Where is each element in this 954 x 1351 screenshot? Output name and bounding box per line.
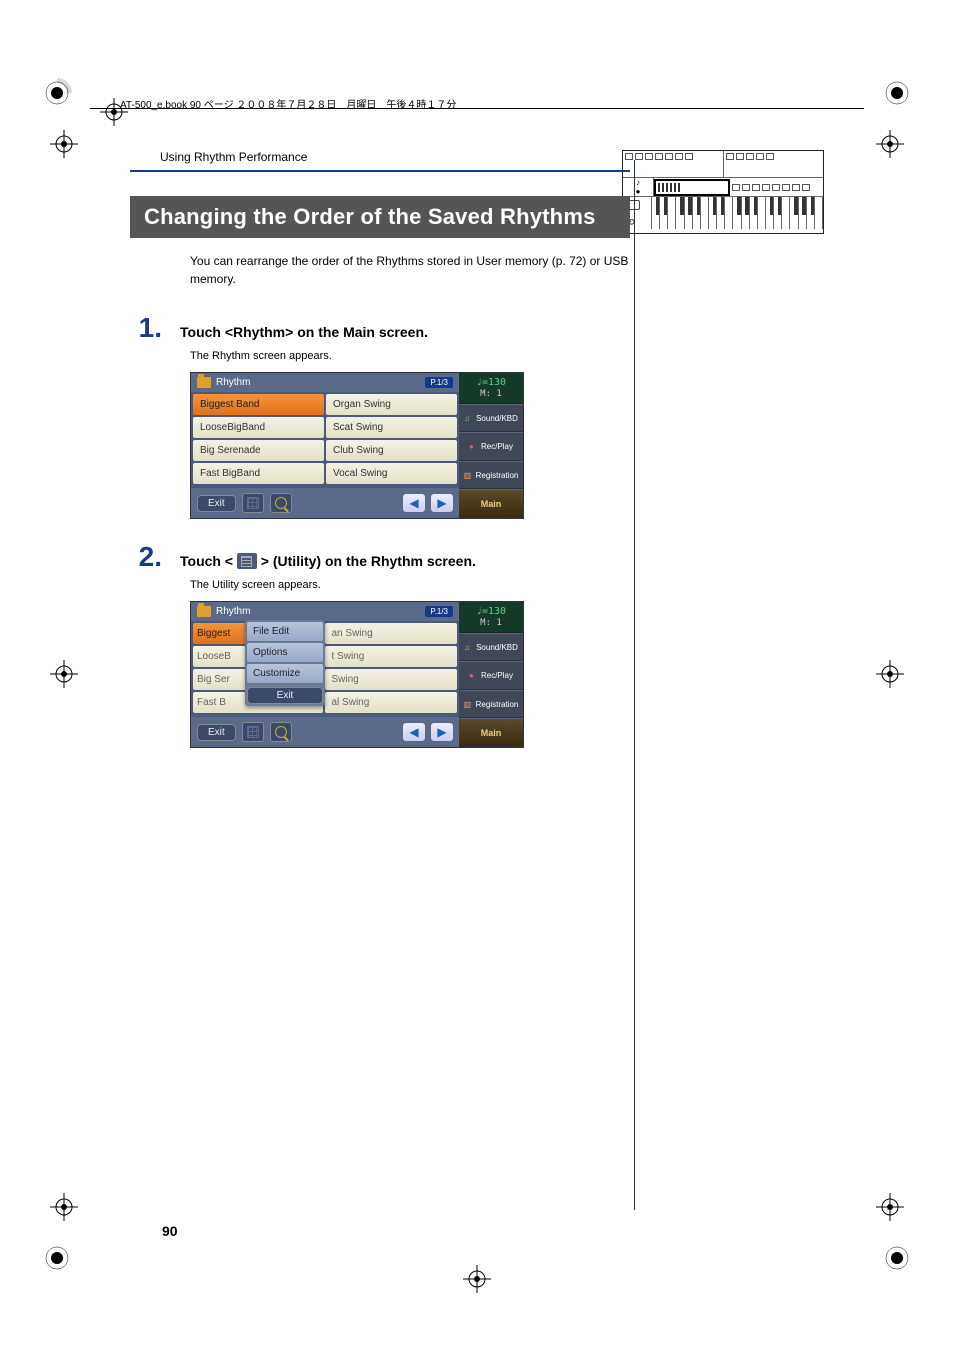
utility-icon [237,553,257,569]
side-sound-kbd[interactable]: ♫Sound/KBD [459,404,523,433]
intro-text: You can rearrange the order of the Rhyth… [190,252,630,288]
registration-mark [50,130,78,158]
crop-mark-tl [42,78,72,108]
screen-title: Rhythm [216,606,250,617]
rhythm-item[interactable]: Fast BigBand [193,463,324,484]
rhythm-item-selected[interactable]: Biggest Band [193,394,324,415]
section-rule [130,170,630,172]
rec-icon: ● [469,671,478,680]
rhythm-item[interactable]: Vocal Swing [326,463,457,484]
tempo-display: ♩=130 M: 1 [459,602,523,633]
folder-icon [197,606,211,617]
folder-icon [197,377,211,388]
rhythm-item[interactable]: t Swing [325,646,458,667]
crop-mark-tr [882,78,912,108]
rhythm-screen-screenshot: Rhythm P.1/3 Biggest Band Organ Swing Lo… [190,372,524,519]
registration-icon: ▥ [464,471,473,480]
utility-icon [247,497,259,509]
utility-icon [247,726,259,738]
page-title: Changing the Order of the Saved Rhythms [130,196,630,238]
note-icon: ♫ [464,414,473,423]
side-main[interactable]: Main [459,489,523,518]
side-rec-play[interactable]: ●Rec/Play [459,661,523,690]
side-sound-kbd[interactable]: ♫Sound/KBD [459,633,523,662]
magnifier-icon [275,497,287,509]
page-prev-button[interactable]: ◀ [403,723,425,741]
magnifier-icon [275,726,287,738]
step-number: 2. [130,541,162,573]
page-prev-button[interactable]: ◀ [403,494,425,512]
rhythm-item[interactable]: Big Serenade [193,440,324,461]
registration-mark [463,1265,491,1293]
crop-mark-br [882,1243,912,1273]
page-indicator: P.1/3 [425,377,453,388]
page-next-button[interactable]: ▶ [431,494,453,512]
rhythm-item[interactable]: Club Swing [326,440,457,461]
registration-mark [876,1193,904,1221]
registration-mark [876,130,904,158]
utility-button[interactable] [242,722,264,742]
book-header: AT-500_e.book 90 ページ ２００８年７月２８日 月曜日 午後４時… [120,96,456,111]
popup-exit-button[interactable]: Exit [247,687,323,704]
book-header-text: AT-500_e.book 90 ページ ２００８年７月２８日 月曜日 午後４時… [120,96,456,111]
rhythm-item[interactable]: Swing [325,669,458,690]
rhythm-item[interactable]: al Swing [325,692,458,713]
crop-mark-bl [42,1243,72,1273]
utility-popup: File Edit Options Customize Exit [245,620,325,706]
note-icon: ♫ [464,643,473,652]
side-main[interactable]: Main [459,718,523,747]
side-registration[interactable]: ▥Registration [459,461,523,490]
rec-icon: ● [469,442,478,451]
registration-icon: ▥ [464,700,473,709]
instrument-panel-diagram: ♪● [622,150,824,234]
registration-mark [50,660,78,688]
exit-button[interactable]: Exit [197,495,236,512]
rhythm-section-highlight [654,179,730,196]
search-button[interactable] [270,722,292,742]
step-desc: The Rhythm screen appears. [190,350,630,362]
popup-file-edit[interactable]: File Edit [247,622,323,641]
screen-title: Rhythm [216,377,250,388]
popup-options[interactable]: Options [247,643,323,662]
rhythm-item[interactable]: Organ Swing [326,394,457,415]
step-title: Touch < > (Utility) on the Rhythm screen… [180,553,476,570]
page-indicator: P.1/3 [425,606,453,617]
step-title: Touch <Rhythm> on the Main screen. [180,324,428,340]
utility-button[interactable] [242,493,264,513]
rhythm-item[interactable]: an Swing [325,623,458,644]
tempo-display: ♩=130 M: 1 [459,373,523,404]
page-next-button[interactable]: ▶ [431,723,453,741]
side-rec-play[interactable]: ●Rec/Play [459,432,523,461]
rhythm-item[interactable]: LooseBigBand [193,417,324,438]
section-header: Using Rhythm Performance [160,150,630,164]
page-number: 90 [162,1223,178,1239]
registration-mark [876,660,904,688]
popup-customize[interactable]: Customize [247,664,323,683]
side-registration[interactable]: ▥Registration [459,690,523,719]
exit-button[interactable]: Exit [197,724,236,741]
step-desc: The Utility screen appears. [190,579,630,591]
search-button[interactable] [270,493,292,513]
utility-screen-screenshot: Rhythm P.1/3 Biggest an Swing LooseB t S… [190,601,524,748]
rhythm-item[interactable]: Scat Swing [326,417,457,438]
column-divider [634,160,635,1210]
step-number: 1. [130,312,162,344]
registration-mark [50,1193,78,1221]
